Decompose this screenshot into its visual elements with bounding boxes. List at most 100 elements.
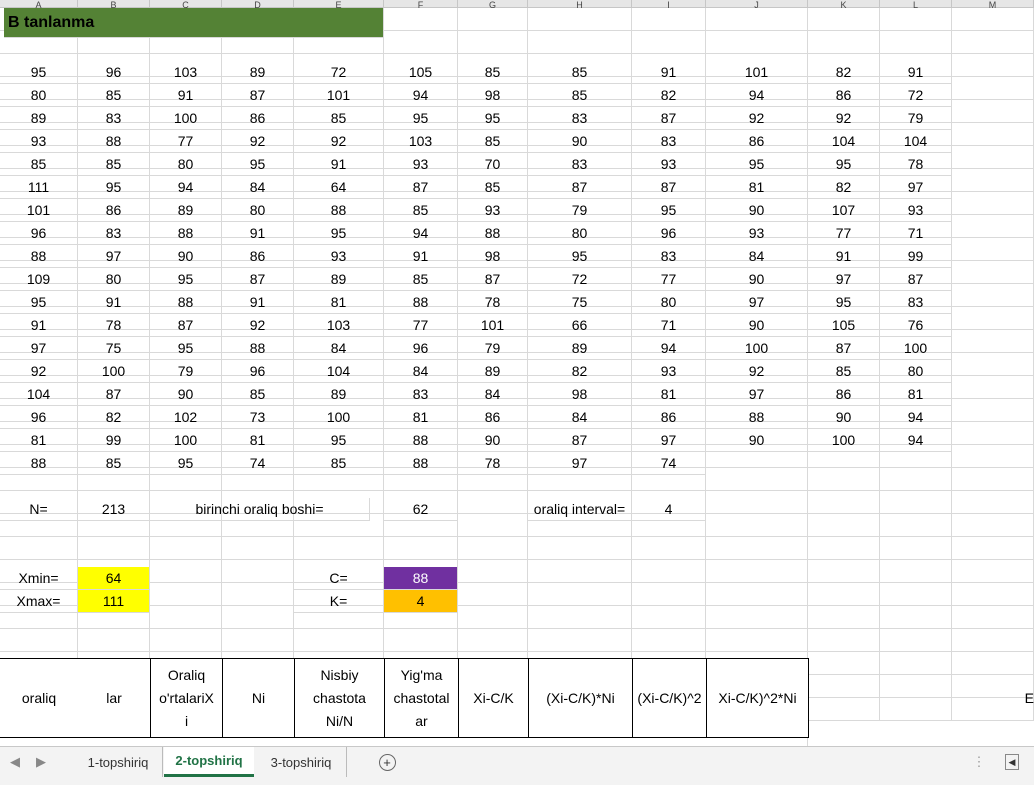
grid-cell[interactable] xyxy=(384,31,458,54)
data-cell[interactable]: 88 xyxy=(384,291,458,314)
grid-cell[interactable] xyxy=(880,606,952,629)
data-cell[interactable]: 86 xyxy=(808,383,880,406)
data-cell[interactable]: 70 xyxy=(458,153,528,176)
grid-cell[interactable] xyxy=(952,629,1034,652)
data-cell[interactable]: 102 xyxy=(150,406,222,429)
data-cell[interactable]: 97 xyxy=(706,383,808,406)
data-cell[interactable]: 94 xyxy=(706,84,808,107)
data-cell[interactable]: 104 xyxy=(0,383,78,406)
grid-cell[interactable] xyxy=(706,514,808,537)
grid-cell[interactable] xyxy=(952,284,1034,307)
scroll-tabs-right-icon[interactable]: ▶ xyxy=(30,747,52,777)
data-cell[interactable]: 90 xyxy=(706,268,808,291)
grid-cell[interactable] xyxy=(808,537,880,560)
data-cell[interactable]: 100 xyxy=(706,337,808,360)
data-cell[interactable]: 101 xyxy=(0,199,78,222)
data-cell[interactable]: 97 xyxy=(78,245,150,268)
data-cell[interactable]: 88 xyxy=(458,222,528,245)
grid-cell[interactable] xyxy=(528,606,632,629)
data-cell[interactable]: 87 xyxy=(78,383,150,406)
data-cell[interactable]: 85 xyxy=(384,199,458,222)
data-cell[interactable]: 92 xyxy=(294,130,384,153)
data-cell[interactable]: 80 xyxy=(880,360,952,383)
data-cell[interactable]: 71 xyxy=(880,222,952,245)
data-cell[interactable]: 74 xyxy=(222,452,294,475)
data-cell[interactable]: 85 xyxy=(78,84,150,107)
data-cell[interactable]: 88 xyxy=(78,130,150,153)
grid-cell[interactable] xyxy=(706,491,808,514)
data-cell[interactable]: 85 xyxy=(528,84,632,107)
table-header-cell[interactable]: lar xyxy=(78,658,151,738)
data-cell[interactable]: 83 xyxy=(880,291,952,314)
data-cell[interactable]: 86 xyxy=(222,245,294,268)
column-header[interactable]: B xyxy=(78,0,150,10)
grid-cell[interactable] xyxy=(222,583,294,606)
xmin-value[interactable]: 64 xyxy=(78,567,150,590)
partial-column-m-header[interactable]: E xyxy=(1020,658,1034,738)
data-cell[interactable]: 100 xyxy=(150,107,222,130)
tab-2-topshiriq[interactable]: 2-topshiriq xyxy=(164,747,254,777)
grid-cell[interactable] xyxy=(808,606,880,629)
grid-cell[interactable] xyxy=(78,537,150,560)
data-cell[interactable]: 92 xyxy=(222,314,294,337)
grid-cell[interactable] xyxy=(880,698,952,721)
data-cell[interactable]: 85 xyxy=(808,360,880,383)
grid-cell[interactable] xyxy=(528,537,632,560)
data-cell[interactable]: 95 xyxy=(0,61,78,84)
data-cell[interactable]: 88 xyxy=(0,452,78,475)
data-cell[interactable]: 95 xyxy=(808,153,880,176)
data-cell[interactable]: 77 xyxy=(384,314,458,337)
grid-cell[interactable] xyxy=(952,583,1034,606)
grid-cell[interactable] xyxy=(880,652,952,675)
grid-cell[interactable] xyxy=(808,652,880,675)
data-cell[interactable]: 94 xyxy=(880,429,952,452)
grid-cell[interactable] xyxy=(880,31,952,54)
sheet-title[interactable]: B tanlanma xyxy=(4,8,384,38)
grid-cell[interactable] xyxy=(150,629,222,652)
column-header[interactable]: E xyxy=(294,0,384,10)
data-cell[interactable]: 82 xyxy=(808,176,880,199)
table-header-cell[interactable]: Oraliq o'rtalariX i xyxy=(150,658,223,738)
data-cell[interactable]: 91 xyxy=(632,61,706,84)
grid-cell[interactable] xyxy=(222,560,294,583)
data-cell[interactable]: 95 xyxy=(458,107,528,130)
data-cell[interactable]: 95 xyxy=(222,153,294,176)
data-cell[interactable]: 100 xyxy=(78,360,150,383)
data-cell[interactable]: 87 xyxy=(632,107,706,130)
grid-cell[interactable] xyxy=(808,8,880,31)
grid-cell[interactable] xyxy=(880,583,952,606)
grid-cell[interactable] xyxy=(632,560,706,583)
spreadsheet-grid[interactable]: ABCDEFGHIJKLMB tanlanma 95 96 103 89 72 105 85 8… xyxy=(0,0,1034,746)
data-cell[interactable]: 85 xyxy=(222,383,294,406)
grid-cell[interactable] xyxy=(880,8,952,31)
data-cell[interactable]: 92 xyxy=(808,107,880,130)
data-cell[interactable]: 75 xyxy=(528,291,632,314)
data-cell[interactable]: 81 xyxy=(706,176,808,199)
data-cell[interactable]: 97 xyxy=(0,337,78,360)
xmin-label[interactable]: Xmin= xyxy=(0,567,78,590)
data-cell[interactable]: 103 xyxy=(150,61,222,84)
grid-cell[interactable] xyxy=(952,560,1034,583)
data-cell[interactable]: 64 xyxy=(294,176,384,199)
data-cell[interactable]: 87 xyxy=(458,268,528,291)
data-cell[interactable]: 80 xyxy=(0,84,78,107)
xmax-value[interactable]: 111 xyxy=(78,590,150,613)
grid-cell[interactable] xyxy=(952,192,1034,215)
data-cell[interactable]: 93 xyxy=(706,222,808,245)
data-cell[interactable]: 97 xyxy=(706,291,808,314)
grid-cell[interactable] xyxy=(880,629,952,652)
data-cell[interactable]: 88 xyxy=(384,452,458,475)
data-cell[interactable]: 72 xyxy=(880,84,952,107)
table-header-cell[interactable]: (Xi-C/K)*Ni xyxy=(528,658,633,738)
grid-cell[interactable] xyxy=(150,606,222,629)
data-cell[interactable]: 93 xyxy=(880,199,952,222)
data-cell[interactable]: 90 xyxy=(150,383,222,406)
data-cell[interactable]: 86 xyxy=(78,199,150,222)
data-cell[interactable]: 91 xyxy=(222,291,294,314)
data-cell[interactable]: 73 xyxy=(222,406,294,429)
data-cell[interactable]: 105 xyxy=(808,314,880,337)
data-cell[interactable]: 94 xyxy=(384,84,458,107)
grid-cell[interactable] xyxy=(880,537,952,560)
grid-cell[interactable] xyxy=(808,675,880,698)
data-cell[interactable]: 77 xyxy=(632,268,706,291)
